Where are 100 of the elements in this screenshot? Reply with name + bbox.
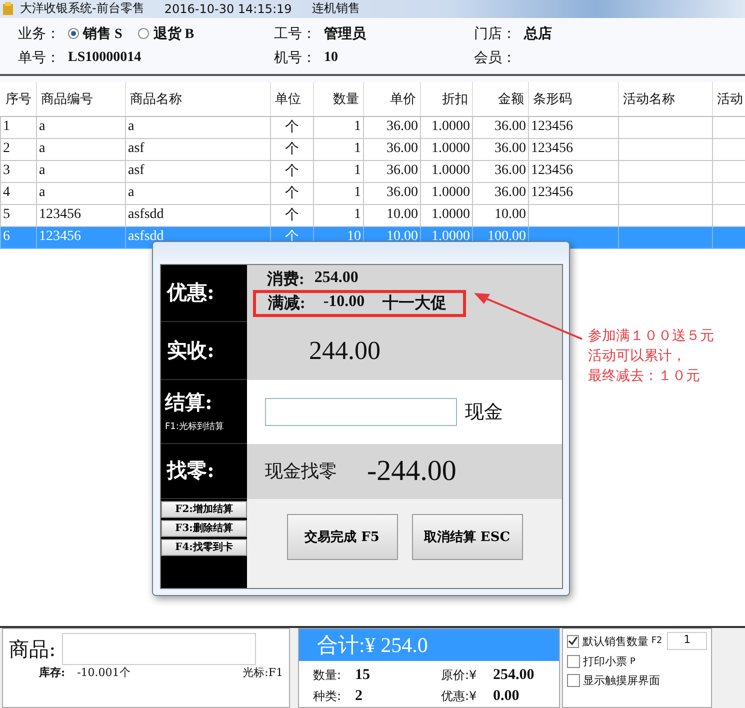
quantity-label: 数量: bbox=[313, 667, 342, 684]
table-cell: 123456 bbox=[39, 207, 81, 222]
change-amount: -244.00 bbox=[367, 454, 456, 488]
function-key-button[interactable]: F3:删除结算 bbox=[161, 520, 247, 537]
table-cell: 36.00 bbox=[494, 141, 526, 156]
quantity-field[interactable]: 1 bbox=[667, 632, 707, 650]
mode-label: 连机销售 bbox=[312, 0, 360, 18]
table-cell: 1 bbox=[354, 163, 361, 178]
checkbox[interactable] bbox=[567, 674, 580, 687]
table-cell: 个 bbox=[285, 164, 299, 180]
table-cell: 36.00 bbox=[386, 185, 418, 200]
table-row[interactable]: 5 123456 asfsdd 个 1 10.00 1.0000 10.00 bbox=[0, 204, 745, 226]
table-cell: 1.0000 bbox=[432, 141, 470, 156]
reduction-label: 满减: bbox=[268, 294, 306, 314]
radio-option[interactable]: 退货 B bbox=[138, 24, 194, 43]
table-cell: 个 bbox=[285, 120, 299, 136]
annotation-text: 活动可以累计， bbox=[588, 346, 687, 366]
table-cell: 36.00 bbox=[386, 163, 418, 178]
table-cell: 1.0000 bbox=[432, 119, 470, 134]
table-cell: 2 bbox=[3, 141, 10, 156]
table-cell: 个 bbox=[285, 186, 299, 202]
column-header[interactable]: 活动名称 bbox=[618, 82, 712, 116]
field-value: LS10000014 bbox=[68, 50, 142, 66]
field-label: 机号： bbox=[274, 50, 316, 67]
table-row[interactable]: 3 a asf 个 1 36.00 1.0000 36.00 123456 bbox=[0, 160, 745, 182]
radio-option[interactable]: 销售 S bbox=[68, 24, 122, 43]
table-cell: 36.00 bbox=[494, 185, 526, 200]
column-header[interactable]: 金额 bbox=[472, 82, 528, 116]
column-header[interactable]: 活动 bbox=[712, 82, 745, 116]
total-amount: 合计:¥ 254.0 bbox=[299, 629, 559, 661]
table-cell: 10.00 bbox=[494, 207, 526, 222]
table-cell: 10.00 bbox=[386, 207, 418, 222]
table-cell: 1.0000 bbox=[432, 185, 470, 200]
column-header[interactable]: 序号 bbox=[0, 82, 36, 116]
field-label: 门店： bbox=[474, 25, 516, 43]
column-header[interactable]: 条形码 bbox=[528, 82, 618, 116]
original-price-value: 254.00 bbox=[493, 666, 536, 685]
table-cell: 1 bbox=[3, 119, 10, 134]
table-cell: 10.00 bbox=[386, 229, 418, 244]
table-cell: 36.00 bbox=[494, 119, 526, 134]
table-cell: a bbox=[39, 185, 46, 200]
annotation-text: 最终减去：１０元 bbox=[588, 366, 701, 386]
field-label: 单号： bbox=[18, 50, 60, 67]
table-cell: asfsdd bbox=[128, 229, 164, 244]
function-key-button[interactable]: F4:找零到卡 bbox=[161, 538, 247, 556]
table-cell: 123456 bbox=[39, 229, 81, 244]
table-cell: asf bbox=[128, 141, 144, 156]
option-label: 打印小票 bbox=[583, 654, 627, 669]
table-cell: 1.0000 bbox=[432, 207, 470, 222]
original-price-label: 原价:¥ bbox=[441, 667, 478, 684]
column-header[interactable]: 数量 bbox=[314, 82, 364, 116]
stock-value: -10.001个 bbox=[77, 665, 130, 680]
dialog-button[interactable]: 取消结算 ESC bbox=[412, 514, 522, 560]
table-cell: asfsdd bbox=[128, 207, 164, 222]
received-label: 实收: bbox=[167, 336, 214, 364]
payment-method: 现金 bbox=[465, 400, 503, 425]
field-value: 总店 bbox=[524, 24, 552, 43]
dialog-button[interactable]: 交易完成 F5 bbox=[286, 514, 398, 560]
field-label: 会员： bbox=[474, 50, 516, 67]
table-cell: 36.00 bbox=[386, 141, 418, 156]
discount-value: 0.00 bbox=[493, 687, 520, 706]
change-text: 现金找零 bbox=[265, 460, 337, 484]
table-row[interactable]: 1 a a 个 1 36.00 1.0000 36.00 123456 bbox=[0, 116, 745, 138]
checkbox[interactable] bbox=[567, 634, 580, 648]
table-cell: 123456 bbox=[531, 119, 573, 134]
app-icon bbox=[2, 2, 14, 16]
table-cell: 1 bbox=[354, 119, 361, 134]
quantity-value: 15 bbox=[355, 666, 371, 685]
column-header[interactable]: 折扣 bbox=[420, 82, 472, 116]
column-header[interactable]: 商品编号 bbox=[36, 82, 126, 116]
checkbox[interactable] bbox=[567, 655, 580, 668]
settle-hint: F1:光标到结算 bbox=[165, 420, 224, 434]
table-row[interactable]: 2 a asf 个 1 36.00 1.0000 36.00 123456 bbox=[0, 138, 745, 160]
table-cell: 100.00 bbox=[488, 229, 526, 244]
table-cell: 4 bbox=[3, 185, 10, 200]
table-cell: 1.0000 bbox=[432, 163, 470, 178]
payment-field[interactable] bbox=[265, 398, 457, 426]
table-cell: 个 bbox=[285, 142, 299, 158]
function-key-button[interactable]: F2:增加结算 bbox=[161, 500, 247, 518]
spend-amount: 254.00 bbox=[314, 269, 358, 288]
stock-label: 库存: bbox=[39, 665, 66, 680]
spend-label: 消费: bbox=[267, 270, 304, 290]
received-amount: 244.00 bbox=[309, 336, 380, 366]
field-label: 业务： bbox=[18, 26, 60, 43]
table-cell: 36.00 bbox=[386, 119, 418, 134]
table-cell: 123456 bbox=[531, 163, 573, 178]
option-label: 默认销售数量 bbox=[582, 634, 648, 648]
field-value: 管理员 bbox=[324, 26, 366, 43]
table-row[interactable]: 4 a a 个 1 36.00 1.0000 36.00 123456 bbox=[0, 182, 745, 204]
product-field[interactable] bbox=[62, 633, 256, 665]
discount-label: 优惠: bbox=[167, 279, 214, 306]
table-cell: asf bbox=[128, 163, 144, 178]
column-header[interactable]: 单价 bbox=[364, 82, 420, 116]
table-cell: a bbox=[128, 119, 134, 134]
table-cell: 6 bbox=[3, 229, 10, 244]
column-header[interactable]: 商品名称 bbox=[126, 82, 270, 116]
kinds-label: 种类: bbox=[313, 688, 342, 705]
table-cell: a bbox=[39, 119, 46, 134]
column-header[interactable]: 单位 bbox=[270, 82, 314, 116]
shortcut-key: P bbox=[630, 656, 636, 666]
